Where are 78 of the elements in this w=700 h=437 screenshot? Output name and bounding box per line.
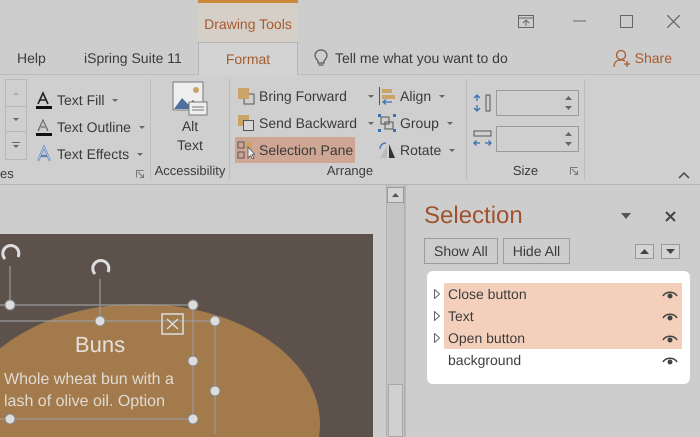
ribbon-button[interactable]: Text Fill <box>35 89 145 111</box>
selection-pane-icon <box>237 141 255 159</box>
scroll-down-icon <box>13 118 19 120</box>
text-fill-icon <box>35 91 53 109</box>
selection-list-item[interactable]: Close button <box>444 283 682 305</box>
pane-button[interactable]: Hide All <box>502 238 570 264</box>
ribbon-display-icon <box>518 14 534 28</box>
vertical-scrollbar[interactable] <box>386 185 405 437</box>
maximize-icon <box>620 14 633 28</box>
caret-icon <box>446 122 453 124</box>
slide-title: Buns <box>74 331 126 359</box>
move-down-button[interactable] <box>661 244 680 258</box>
eye-icon <box>662 334 678 342</box>
expand-triangle-icon[interactable] <box>434 311 440 321</box>
ribbon-button[interactable]: Text Outline <box>35 116 145 138</box>
dialog-launcher-icon[interactable] <box>136 170 144 178</box>
ribbon-button[interactable]: Send Backward <box>235 110 360 136</box>
scroll-up-icon <box>387 187 404 203</box>
shape-width-icon <box>473 130 492 148</box>
close-icon[interactable] <box>665 210 676 222</box>
dialog-launcher-icon[interactable] <box>570 167 578 175</box>
spin-field[interactable] <box>496 90 579 116</box>
picture-with-caption-icon <box>172 81 208 117</box>
spin-field[interactable] <box>496 126 579 152</box>
group-label: Accessibility <box>154 162 226 180</box>
group-icon <box>378 114 396 132</box>
tell-me-field[interactable]: Tell me what you want to do <box>335 48 575 68</box>
group-label: Arrange <box>326 162 374 180</box>
send-backward-icon <box>237 114 255 132</box>
selection-list-item[interactable]: Open button <box>444 327 682 349</box>
alt-text-button[interactable]: Alt Text <box>151 79 229 162</box>
scroll-up-icon <box>13 92 19 94</box>
ribbon-button[interactable]: Group <box>376 110 455 136</box>
ribbon-button[interactable]: Bring Forward <box>235 83 349 109</box>
ribbon-button[interactable]: Selection Pane <box>235 137 356 163</box>
more-icon <box>12 142 20 148</box>
scrollbar-thumb[interactable] <box>388 384 403 437</box>
context-tab-label: Drawing Tools <box>198 0 298 42</box>
spin-arrows-icon <box>565 132 572 146</box>
expand-triangle-icon[interactable] <box>434 333 440 343</box>
group-label: Size <box>512 162 538 180</box>
caret-icon <box>112 98 118 102</box>
ribbon-button[interactable]: Rotate <box>376 137 458 163</box>
ribbon-button[interactable]: Text Effects <box>35 143 145 165</box>
caret-icon <box>449 148 456 152</box>
caret-icon <box>137 152 144 156</box>
pane-button[interactable]: Show All <box>424 238 498 264</box>
pane-title: Selection <box>424 201 524 231</box>
eye-icon <box>662 312 678 320</box>
eye-icon <box>662 356 678 364</box>
selection-list-item[interactable]: background <box>444 349 682 371</box>
slide-body-text: lash of olive oil. Option <box>3 392 166 412</box>
expand-triangle-icon[interactable] <box>434 289 440 299</box>
text-outline-icon <box>35 118 53 136</box>
ribbon-button[interactable]: Align <box>376 83 448 109</box>
selection-list-item[interactable]: Text <box>444 305 682 327</box>
rotate-icon <box>378 141 396 159</box>
group-label: es <box>0 165 14 184</box>
align-icon <box>378 87 396 105</box>
collapse-ribbon-icon[interactable] <box>678 172 690 179</box>
caret-icon <box>368 122 374 124</box>
person-add-icon <box>612 48 631 68</box>
slide-body-text: Whole wheat bun with a <box>3 370 175 390</box>
close-icon <box>667 14 680 28</box>
caret-icon <box>368 94 374 98</box>
caret-icon <box>138 126 145 128</box>
ribbon-tab[interactable]: Help <box>0 42 84 74</box>
eye-icon <box>662 290 678 298</box>
shape-height-icon <box>473 94 492 112</box>
lightbulb-icon <box>314 49 328 67</box>
caret-icon <box>439 94 446 98</box>
ribbon-tab[interactable]: iSpring Suite 11 <box>84 42 198 74</box>
minimize-icon <box>573 20 586 22</box>
spin-arrows-icon <box>565 96 572 110</box>
move-up-button[interactable] <box>635 244 654 258</box>
bring-forward-icon <box>237 87 255 105</box>
text-effects-icon <box>35 145 53 163</box>
dropdown-icon[interactable] <box>621 213 631 219</box>
